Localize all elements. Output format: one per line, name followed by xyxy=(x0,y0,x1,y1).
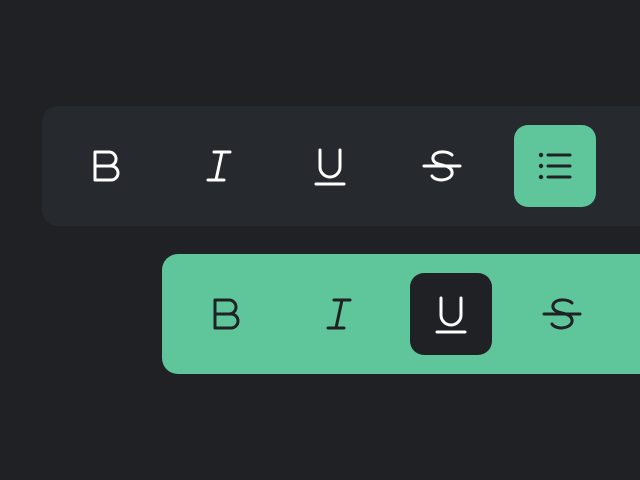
underline-button[interactable] xyxy=(410,273,492,355)
italic-icon xyxy=(326,298,352,330)
strikethrough-button[interactable] xyxy=(521,273,603,355)
underline-icon xyxy=(314,148,346,186)
strikethrough-button[interactable] xyxy=(401,125,483,207)
strikethrough-icon xyxy=(422,150,462,182)
bold-button[interactable] xyxy=(185,273,267,355)
bold-icon xyxy=(93,150,120,182)
underline-button[interactable] xyxy=(289,125,371,207)
list-icon xyxy=(538,152,572,180)
italic-icon xyxy=(206,150,232,182)
bold-icon xyxy=(213,298,240,330)
italic-button[interactable] xyxy=(178,125,260,207)
bullet-list-button[interactable] xyxy=(514,125,596,207)
strikethrough-icon xyxy=(542,298,582,330)
italic-button[interactable] xyxy=(298,273,380,355)
underline-icon xyxy=(435,296,467,334)
bold-button[interactable] xyxy=(65,125,147,207)
canvas xyxy=(0,0,640,480)
